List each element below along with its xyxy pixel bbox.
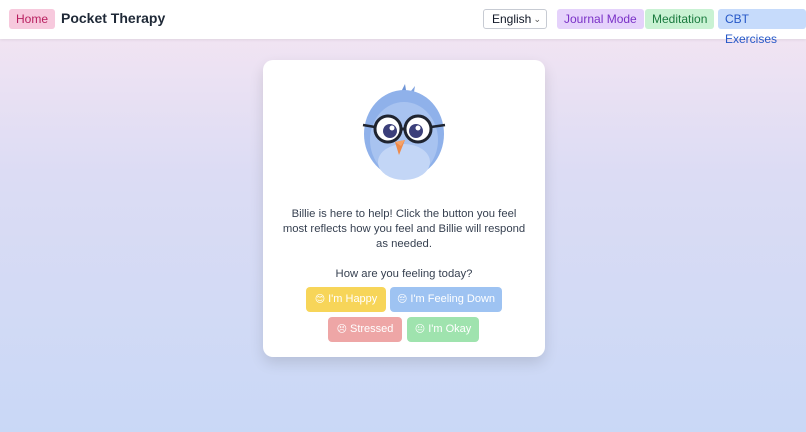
mood-card: Billie is here to help! Click the button…: [263, 60, 545, 357]
sad-emoji-icon: 😔: [396, 294, 408, 305]
feeling-question: How are you feeling today?: [335, 268, 473, 280]
language-select-value: English: [492, 12, 532, 26]
top-navbar: Home Pocket Therapy English ⌄ Journal Mo…: [0, 0, 806, 46]
neutral-emoji-icon: 😐: [414, 324, 426, 335]
mood-down-label: I'm Feeling Down: [410, 293, 496, 305]
mood-stressed-button[interactable]: 😣 Stressed: [328, 317, 402, 342]
mood-okay-button[interactable]: 😐 I'm Okay: [407, 317, 479, 342]
bird-avatar-icon: [362, 84, 446, 180]
stressed-emoji-icon: 😣: [336, 324, 347, 335]
mood-happy-button[interactable]: 😊 I'm Happy: [306, 287, 386, 312]
app-title: Pocket Therapy: [61, 10, 166, 26]
chevron-down-icon: ⌄: [533, 14, 541, 24]
mood-happy-label: I'm Happy: [328, 293, 378, 305]
mood-down-button[interactable]: 😔 I'm Feeling Down: [390, 287, 502, 312]
mood-okay-label: I'm Okay: [428, 323, 472, 335]
intro-text: Billie is here to help! Click the button…: [282, 208, 526, 250]
journal-mode-button[interactable]: Journal Mode: [557, 9, 644, 29]
mood-stressed-label: Stressed: [350, 323, 394, 335]
language-select[interactable]: English ⌄: [483, 9, 547, 29]
cbt-exercises-button[interactable]: CBT Exercises: [718, 9, 806, 46]
home-button[interactable]: Home: [9, 9, 56, 29]
meditation-button[interactable]: Meditation: [645, 9, 715, 29]
smile-emoji-icon: 😊: [314, 294, 326, 305]
